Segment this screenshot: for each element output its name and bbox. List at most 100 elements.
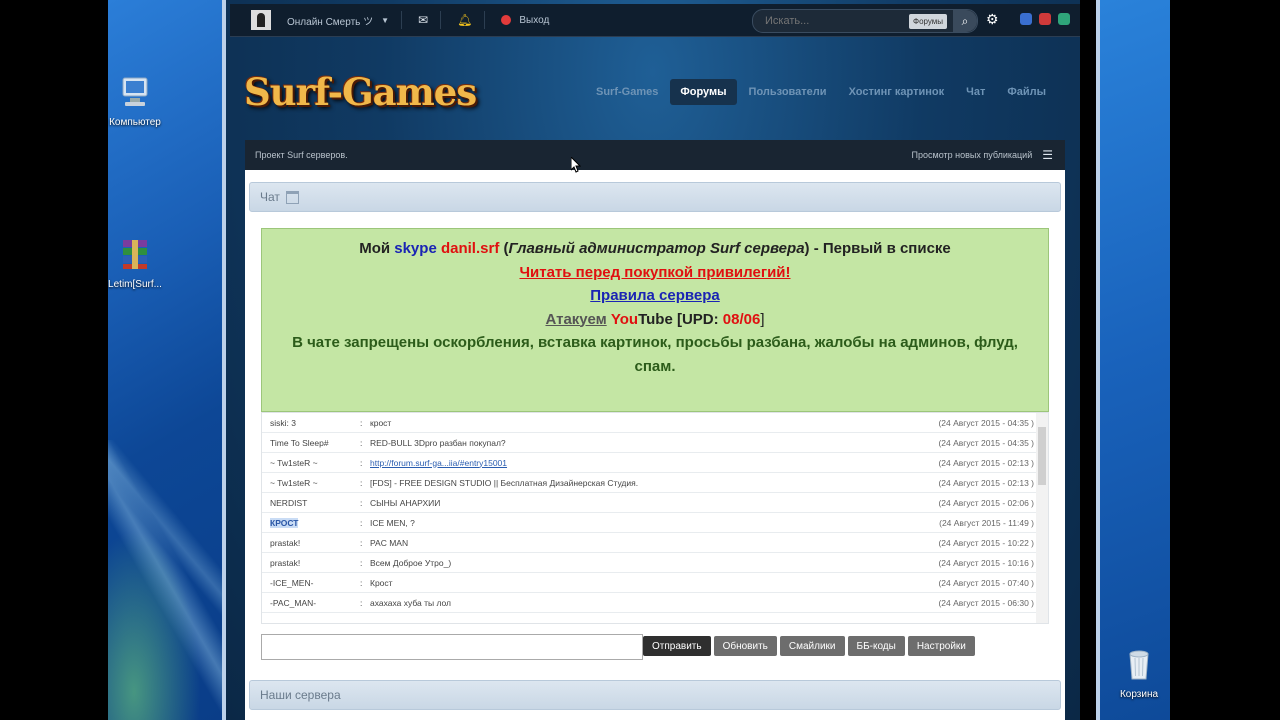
desktop-icon-label: Компьютер — [109, 117, 161, 128]
desktop-icon-computer[interactable]: Компьютер — [100, 74, 170, 128]
message-text: PAC MAN — [370, 537, 409, 548]
divider — [484, 11, 486, 29]
servers-section-header: Наши сервера — [249, 680, 1061, 710]
nav-item-chat[interactable]: Чат — [956, 79, 995, 105]
desktop-wallpaper-right — [1100, 0, 1170, 720]
theme-red-button[interactable] — [1039, 13, 1051, 25]
user-name: Онлайн Смерть ツ — [287, 16, 374, 28]
notice-line-skype: Мой skype danil.srf (Главный администрат… — [262, 237, 1048, 261]
separator: : — [360, 537, 363, 548]
message-user[interactable]: КРОСТ — [270, 517, 360, 528]
winrar-archive-icon — [123, 240, 147, 269]
theme-green-button[interactable] — [1058, 13, 1070, 25]
server-rules-link[interactable]: Правила сервера — [262, 284, 1048, 308]
nav-item-forums[interactable]: Форумы — [670, 79, 737, 105]
smilies-button[interactable]: Смайлики — [779, 636, 845, 656]
envelope-icon: ✉ — [418, 13, 429, 27]
message-text: СЫНЫ АНАРХИИ — [370, 497, 441, 508]
screen-border-left — [0, 0, 108, 720]
recycle-bin-icon — [1129, 650, 1149, 680]
message-user[interactable]: Time To Sleep# — [270, 438, 360, 448]
gear-icon[interactable]: ⚙ — [986, 11, 999, 28]
nav-item-users[interactable]: Пользователи — [739, 79, 837, 105]
nav-item-image-hosting[interactable]: Хостинг картинок — [839, 79, 955, 105]
send-button[interactable]: Отправить — [643, 636, 711, 656]
notice-text: ) - Первый в списке — [804, 240, 951, 257]
chat-message-row: Time To Sleep#: RED-BULL 3Dpro разбан пок… — [262, 433, 1048, 453]
separator: : — [360, 577, 363, 588]
message-link[interactable]: http://forum.surf-ga...iia/#entry15001 — [370, 458, 507, 468]
chat-message-row: -ICE_MEN-: Крост (24 Август 2015 - 07:40 ) — [262, 573, 1048, 593]
page-content: Чат Мой skype danil.srf (Главный админис… — [245, 170, 1065, 720]
new-posts-label: Просмотр новых публикаций — [911, 150, 1033, 160]
message-date: (24 Август 2015 - 10:16 ) — [938, 557, 1034, 568]
mouse-cursor-icon — [571, 157, 581, 173]
message-text: RED-BULL 3Dpro разбан покупал? — [370, 437, 506, 448]
breadcrumb-home-link[interactable]: Проект Surf серверов. — [255, 150, 348, 160]
new-posts-link[interactable]: Просмотр новых публикаций ☰ — [912, 148, 1053, 162]
separator: : — [360, 497, 363, 508]
chat-buttons: Отправить Обновить Смайлики ББ-коды Наст… — [643, 636, 975, 656]
separator: : — [360, 477, 363, 488]
chat-message-row: siski: 3: крост (24 Август 2015 - 04:35 ) — [262, 413, 1048, 433]
chat-notice: Мой skype danil.srf (Главный администрат… — [261, 228, 1049, 412]
desktop-icon-label: Корзина — [1119, 689, 1159, 700]
chat-message-input[interactable] — [261, 634, 643, 660]
youtube-attack-link[interactable]: Атакуем — [545, 311, 606, 328]
chat-scrollbar-thumb[interactable] — [1038, 427, 1046, 485]
search-scope-button[interactable]: Форумы — [909, 13, 948, 29]
separator: : — [360, 517, 363, 528]
message-date: (24 Август 2015 - 04:35 ) — [938, 417, 1034, 428]
separator: : — [360, 597, 363, 608]
message-user[interactable]: -ICE_MEN- — [270, 578, 360, 588]
separator: : — [360, 457, 363, 468]
nav-item-files[interactable]: Файлы — [997, 79, 1056, 105]
divider — [440, 11, 442, 29]
list-icon: ☰ — [1042, 148, 1053, 162]
chat-scrollbar[interactable] — [1036, 413, 1048, 623]
separator: : — [360, 417, 363, 428]
message-date: (24 Август 2015 - 11:49 ) — [939, 517, 1034, 528]
message-user[interactable]: siski: 3 — [270, 418, 360, 428]
message-date: (24 Август 2015 - 10:22 ) — [938, 537, 1034, 548]
desktop-icon-label: Letim[Surf... — [108, 279, 162, 290]
refresh-button[interactable]: Обновить — [713, 636, 777, 656]
message-user[interactable]: ~ Tw1steR ~ — [270, 458, 360, 468]
chat-section-header: Чат — [249, 182, 1061, 212]
message-user[interactable]: prastak! — [270, 538, 360, 548]
settings-button[interactable]: Настройки — [907, 636, 975, 656]
message-user[interactable]: ~ Tw1steR ~ — [270, 478, 360, 488]
search-input[interactable] — [763, 14, 907, 28]
popout-window-icon[interactable] — [285, 190, 299, 204]
chat-message-row: -PAC_MAN-: ахахаха хуба ты лол (24 Август … — [262, 593, 1048, 613]
messages-button[interactable]: ✉ — [418, 13, 428, 27]
no-entry-icon — [501, 15, 512, 25]
chevron-down-icon: ▼ — [381, 15, 390, 25]
search-box: Форумы ⌕ — [752, 9, 978, 33]
message-text: ахахаха хуба ты лол — [370, 597, 452, 608]
bbcode-button[interactable]: ББ-коды — [847, 636, 905, 656]
theme-blue-button[interactable] — [1020, 13, 1032, 25]
nav-item-surf-games[interactable]: Surf-Games — [586, 79, 668, 105]
logout-button[interactable]: Выход — [501, 15, 549, 26]
user-menu[interactable]: Онлайн Смерть ツ ▼ — [287, 13, 389, 28]
message-user[interactable]: NERDIST — [270, 498, 360, 508]
breadcrumb: Проект Surf серверов. Просмотр новых пуб… — [245, 140, 1065, 170]
message-user[interactable]: -PAC_MAN- — [270, 598, 360, 608]
site-logo[interactable]: Surf-Games — [244, 70, 477, 114]
message-text: Всем Доброе Утро_) — [370, 557, 452, 568]
browser-viewport: Онлайн Смерть ツ ▼ ✉ 🔔︎ Выход Форумы ⌕ ⚙ … — [226, 0, 1080, 720]
privileges-link[interactable]: Читать перед покупкой привилегий! — [262, 261, 1048, 285]
highlighted-user: КРОСТ — [270, 517, 299, 528]
message-text: [FDS] - FREE DESIGN STUDIO || Бесплатная… — [370, 477, 639, 488]
desktop-icon-archive[interactable]: Letim[Surf... — [100, 236, 170, 290]
desktop-icon-recycle-bin[interactable]: Корзина — [1104, 646, 1174, 700]
message-user[interactable]: prastak! — [270, 558, 360, 568]
chat-message-row: NERDIST: СЫНЫ АНАРХИИ (24 Август 2015 - 02… — [262, 493, 1048, 513]
search-icon[interactable]: ⌕ — [953, 10, 977, 32]
user-avatar[interactable] — [251, 10, 271, 30]
notifications-button[interactable]: 🔔︎ — [457, 13, 472, 27]
youtube-end: ] — [760, 310, 765, 328]
message-date: (24 Август 2015 - 02:13 ) — [938, 457, 1034, 468]
chat-message-row: prastak!: Всем Доброе Утро_) (24 Август 20… — [262, 553, 1048, 573]
